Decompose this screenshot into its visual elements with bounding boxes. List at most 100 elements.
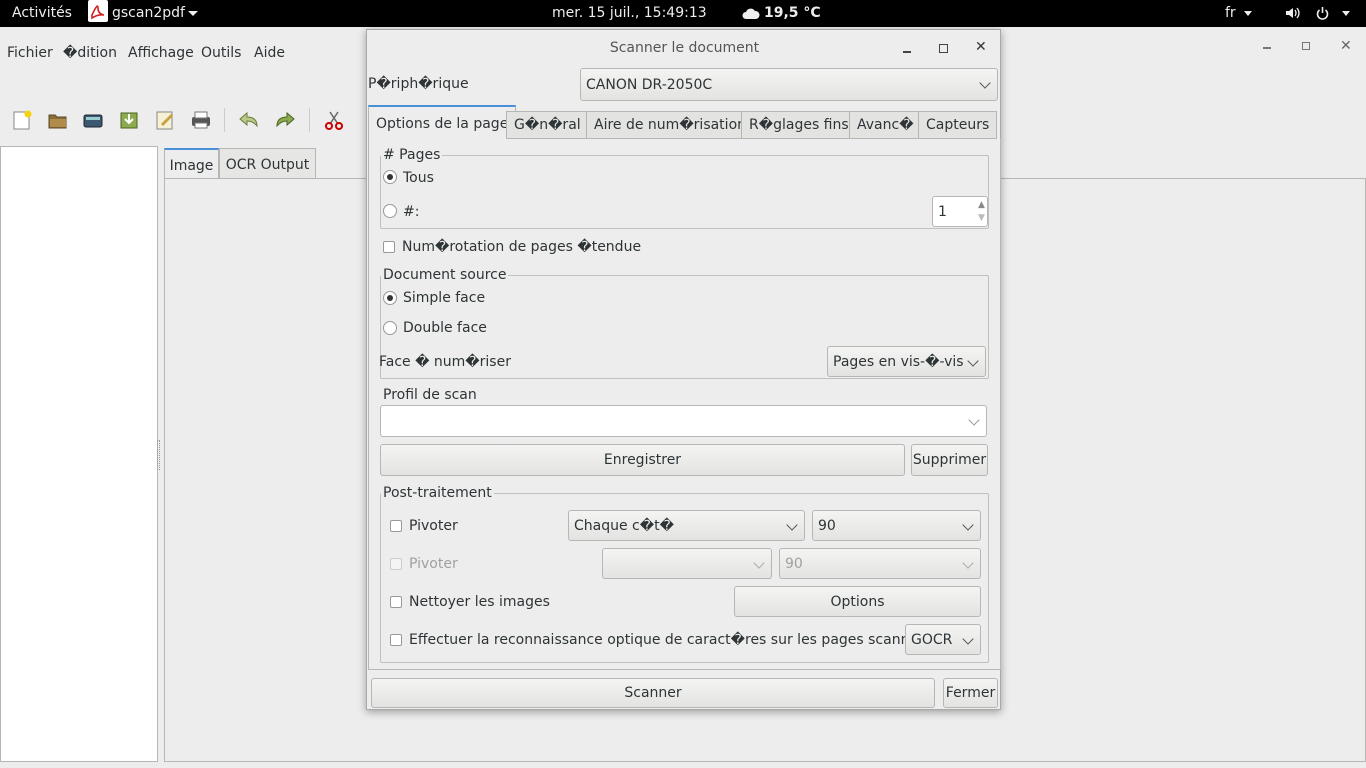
rotate1-angle-value: 90	[818, 518, 836, 534]
dialog-minimize-icon[interactable]	[903, 51, 911, 53]
open-folder-icon[interactable]	[47, 110, 69, 130]
source-legend: Document source	[381, 267, 509, 283]
save-icon[interactable]	[118, 110, 140, 130]
scan-label: Scanner	[624, 685, 682, 701]
ocr-engine-value: GOCR	[911, 632, 953, 648]
tab-image[interactable]: Image	[164, 148, 219, 179]
print-icon[interactable]	[190, 110, 212, 130]
clean-images-checkbox[interactable]	[390, 596, 402, 608]
tab-advanced[interactable]: Avanc�	[849, 111, 922, 139]
scanner-icon[interactable]	[82, 110, 104, 130]
profile-select[interactable]	[380, 405, 987, 437]
dialog-maximize-icon[interactable]	[939, 44, 948, 53]
redo-icon[interactable]	[274, 110, 296, 130]
duplex-radio[interactable]	[383, 321, 397, 335]
tab-scan-area[interactable]: Aire de num�risation	[586, 111, 755, 139]
main-maximize-icon[interactable]	[1302, 42, 1310, 50]
save-profile-button[interactable]: Enregistrer	[380, 444, 905, 476]
pages-count-label: #:	[403, 204, 420, 220]
pages-all-radio[interactable]	[383, 170, 397, 184]
save-profile-label: Enregistrer	[603, 452, 682, 468]
ocr-label: Effectuer la reconnaissance optique de c…	[409, 632, 940, 648]
close-label: Fermer	[945, 685, 996, 701]
menu-tools[interactable]: Outils	[201, 45, 241, 61]
main-minimize-icon[interactable]	[1263, 47, 1271, 49]
simplex-label: Simple face	[403, 290, 486, 306]
toolbar-separator	[224, 108, 225, 132]
pane-splitter-handle[interactable]	[157, 440, 160, 470]
options-label: Options	[830, 594, 885, 610]
pages-count-spinner[interactable]: 1 ▲ ▼	[932, 196, 988, 227]
device-select[interactable]: CANON DR-2050C	[580, 68, 998, 101]
extended-numbering-label: Num�rotation de pages �tendue	[402, 239, 642, 255]
app-menu-button[interactable]: gscan2pdf	[112, 5, 185, 21]
simplex-radio[interactable]	[383, 291, 397, 305]
dialog-close-icon[interactable]: ✕	[975, 39, 987, 55]
power-icon[interactable]	[1315, 6, 1330, 25]
toolbar-separator	[309, 108, 310, 132]
extended-numbering-checkbox[interactable]	[383, 241, 395, 253]
tab-label: Aire de num�risation	[594, 117, 747, 133]
spin-down-icon[interactable]: ▼	[978, 213, 985, 223]
activities-button[interactable]: Activités	[12, 5, 72, 21]
close-button[interactable]: Fermer	[943, 678, 998, 708]
rotate1-label: Pivoter	[409, 518, 458, 534]
rotate1-side-select[interactable]: Chaque c�t�	[568, 510, 805, 541]
main-close-icon[interactable]: ✕	[1340, 38, 1352, 54]
rotate2-side-select[interactable]	[602, 548, 772, 579]
pages-frame	[380, 155, 989, 229]
pdf-app-icon	[88, 0, 108, 22]
profile-legend: Profil de scan	[381, 387, 479, 403]
delete-profile-button[interactable]: Supprimer	[911, 444, 988, 476]
app-menu-arrow-icon	[188, 11, 198, 16]
rotate2-checkbox[interactable]	[390, 558, 402, 570]
pages-count-value: 1	[938, 204, 947, 220]
rotate2-angle-value: 90	[785, 556, 803, 572]
chevron-down-icon	[962, 519, 974, 531]
options-button[interactable]: Options	[734, 586, 981, 617]
tab-label: Capteurs	[926, 117, 990, 133]
tab-ocr-output[interactable]: OCR Output	[219, 148, 316, 179]
tab-ocr-output-label: OCR Output	[225, 157, 310, 173]
tab-fine-settings[interactable]: R�glages fins	[741, 111, 857, 139]
face-label: Face � num�riser	[379, 354, 511, 370]
rotate2-angle-select[interactable]: 90	[779, 548, 981, 579]
tab-sensors[interactable]: Capteurs	[918, 111, 998, 139]
language-indicator[interactable]: fr	[1225, 5, 1236, 21]
system-menu-arrow-icon	[1342, 11, 1350, 16]
edit-document-icon[interactable]	[155, 110, 177, 130]
pages-legend: # Pages	[381, 147, 443, 163]
spin-up-icon[interactable]: ▲	[978, 200, 985, 210]
thumbnail-pane[interactable]	[0, 146, 158, 762]
tab-page-options[interactable]: Options de la page	[368, 105, 517, 138]
pages-all-label: Tous	[403, 170, 434, 186]
cut-icon[interactable]	[323, 110, 345, 130]
ocr-engine-select[interactable]: GOCR	[905, 624, 981, 655]
ocr-checkbox[interactable]	[390, 634, 402, 646]
tab-label: G�n�ral	[514, 117, 581, 133]
rotate1-checkbox[interactable]	[390, 520, 402, 532]
menu-file[interactable]: Fichier	[7, 45, 53, 61]
clean-images-label: Nettoyer les images	[409, 594, 550, 610]
top-bar: Activités gscan2pdf mer. 15 juil., 15:49…	[0, 0, 1366, 27]
new-document-icon[interactable]	[12, 110, 34, 130]
dialog-title: Scanner le document	[609, 40, 760, 56]
menu-view[interactable]: Affichage	[128, 45, 194, 61]
face-select[interactable]: Pages en vis-�-vis	[827, 346, 986, 377]
chevron-down-icon	[753, 557, 765, 569]
volume-icon[interactable]	[1285, 6, 1301, 24]
weather-temp[interactable]: 19,5 °C	[764, 5, 821, 21]
post-legend: Post-traitement	[381, 485, 494, 501]
device-value: CANON DR-2050C	[586, 77, 713, 93]
chevron-down-icon	[962, 633, 974, 645]
clock[interactable]: mer. 15 juil., 15:49:13	[552, 5, 707, 21]
pages-count-radio[interactable]	[383, 204, 397, 218]
rotate2-label: Pivoter	[409, 556, 458, 572]
menu-edit[interactable]: �dition	[63, 45, 117, 61]
rotate1-angle-select[interactable]: 90	[812, 510, 981, 541]
menu-help[interactable]: Aide	[254, 45, 285, 61]
undo-icon[interactable]	[238, 110, 260, 130]
tab-general[interactable]: G�n�ral	[506, 111, 589, 139]
chevron-down-icon	[979, 77, 991, 89]
scan-button[interactable]: Scanner	[371, 678, 935, 708]
